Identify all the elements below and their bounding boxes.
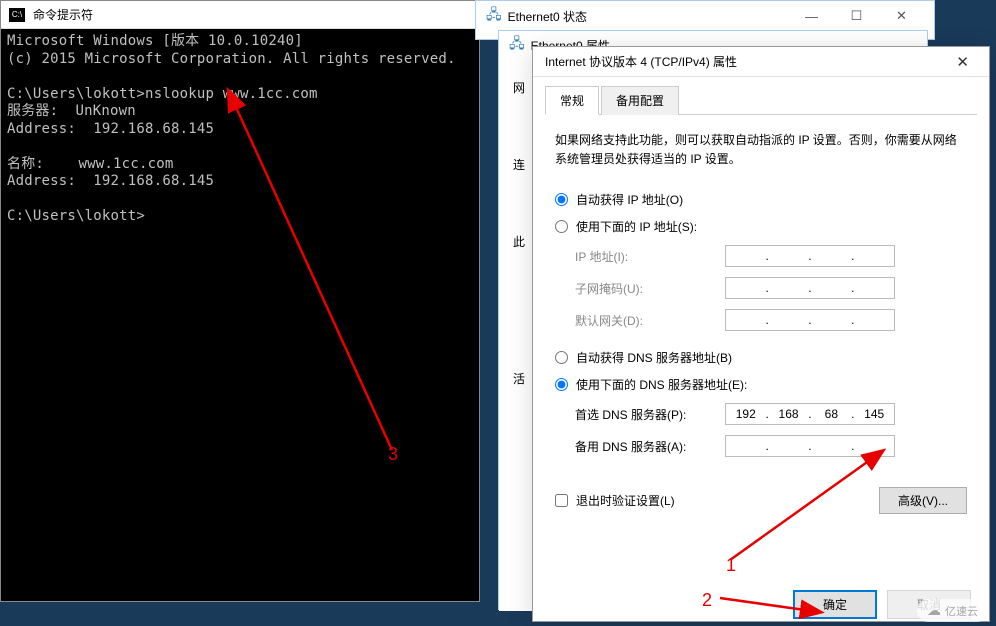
- validate-checkbox[interactable]: [555, 494, 568, 507]
- dns-octet: 168: [777, 407, 801, 421]
- ethernet-icon: 🖧: [509, 33, 525, 57]
- radio-label: 自动获得 DNS 服务器地址(B): [576, 349, 732, 366]
- alternate-dns-input[interactable]: ...: [725, 435, 895, 457]
- cmd-output[interactable]: Microsoft Windows [版本 10.0.10240] (c) 20…: [1, 29, 479, 601]
- radio-auto-ip[interactable]: 自动获得 IP 地址(O): [555, 191, 967, 208]
- advanced-button[interactable]: 高级(V)...: [879, 487, 967, 514]
- radio-manual-dns[interactable]: 使用下面的 DNS 服务器地址(E):: [555, 376, 967, 393]
- ipv4-info-text: 如果网络支持此功能，则可以获取自动指派的 IP 设置。否则，你需要从网络系统管理…: [555, 131, 967, 169]
- ipv4-titlebar[interactable]: Internet 协议版本 4 (TCP/IPv4) 属性 ✕: [533, 47, 989, 77]
- close-icon[interactable]: ✕: [879, 2, 924, 30]
- label-gateway: 默认网关(D):: [575, 312, 725, 329]
- label-dns1: 首选 DNS 服务器(P):: [575, 406, 725, 423]
- eth-status-title: Ethernet0 状态: [508, 8, 789, 25]
- cmd-line: 服务器: UnKnown: [7, 103, 136, 119]
- radio-label: 自动获得 IP 地址(O): [576, 191, 683, 208]
- radio-label: 使用下面的 DNS 服务器地址(E):: [576, 376, 747, 393]
- tab-general[interactable]: 常规: [545, 86, 599, 115]
- command-prompt-window: C:\ 命令提示符 Microsoft Windows [版本 10.0.102…: [0, 0, 480, 602]
- cmd-line: 名称: www.1cc.com: [7, 156, 173, 172]
- cloud-icon: ☁: [927, 602, 941, 619]
- radio-auto-dns[interactable]: 自动获得 DNS 服务器地址(B): [555, 349, 967, 366]
- label-subnet: 子网掩码(U):: [575, 280, 725, 297]
- ok-button[interactable]: 确定: [793, 590, 877, 619]
- cmd-line: Address: 192.168.68.145: [7, 173, 214, 189]
- radio-manual-ip-input[interactable]: [555, 220, 568, 233]
- ipv4-title: Internet 协议版本 4 (TCP/IPv4) 属性: [545, 53, 948, 70]
- eth-status-titlebar[interactable]: 🖧 Ethernet0 状态 — ☐ ✕: [476, 1, 934, 31]
- strip-label: 此: [513, 233, 527, 250]
- close-icon[interactable]: ✕: [948, 53, 977, 71]
- ipv4-body: 如果网络支持此功能，则可以获取自动指派的 IP 设置。否则，你需要从网络系统管理…: [533, 115, 989, 530]
- maximize-icon[interactable]: ☐: [834, 2, 879, 30]
- ethernet-icon: 🖧: [486, 4, 502, 28]
- ipv4-tabs: 常规 备用配置: [545, 85, 977, 115]
- dns-octet: 145: [862, 407, 886, 421]
- strip-label: 连: [513, 156, 527, 173]
- cmd-line: Address: 192.168.68.145: [7, 121, 214, 137]
- watermark: ☁ 亿速云: [917, 599, 988, 622]
- dns-octet: 68: [819, 407, 843, 421]
- tab-alternate[interactable]: 备用配置: [601, 86, 679, 115]
- radio-label: 使用下面的 IP 地址(S):: [576, 218, 697, 235]
- preferred-dns-input[interactable]: 192. 168. 68. 145: [725, 403, 895, 425]
- radio-manual-ip[interactable]: 使用下面的 IP 地址(S):: [555, 218, 967, 235]
- strip-label: 活: [513, 370, 527, 387]
- dns-octet: 192: [734, 407, 758, 421]
- cmd-line: (c) 2015 Microsoft Corporation. All righ…: [7, 51, 456, 67]
- cmd-titlebar[interactable]: C:\ 命令提示符: [1, 1, 479, 29]
- watermark-text: 亿速云: [945, 603, 978, 619]
- subnet-mask-input: ...: [725, 277, 895, 299]
- label-dns2: 备用 DNS 服务器(A):: [575, 438, 725, 455]
- radio-auto-dns-input[interactable]: [555, 351, 568, 364]
- cmd-icon: C:\: [9, 8, 25, 22]
- gateway-input: ...: [725, 309, 895, 331]
- label-ip: IP 地址(I):: [575, 248, 725, 265]
- cmd-line: C:\Users\lokott>nslookup www.1cc.com: [7, 86, 318, 102]
- cmd-title: 命令提示符: [33, 6, 93, 23]
- radio-auto-ip-input[interactable]: [555, 193, 568, 206]
- validate-label: 退出时验证设置(L): [576, 492, 675, 509]
- minimize-icon[interactable]: —: [789, 2, 834, 30]
- cmd-line: Microsoft Windows [版本 10.0.10240]: [7, 33, 303, 49]
- ip-address-input: ...: [725, 245, 895, 267]
- ipv4-properties-dialog: Internet 协议版本 4 (TCP/IPv4) 属性 ✕ 常规 备用配置 …: [532, 46, 990, 622]
- eth-props-left-strip: 网 连 此 活: [499, 59, 535, 611]
- radio-manual-dns-input[interactable]: [555, 378, 568, 391]
- strip-label: 网: [513, 79, 527, 96]
- cmd-line: C:\Users\lokott>: [7, 208, 145, 224]
